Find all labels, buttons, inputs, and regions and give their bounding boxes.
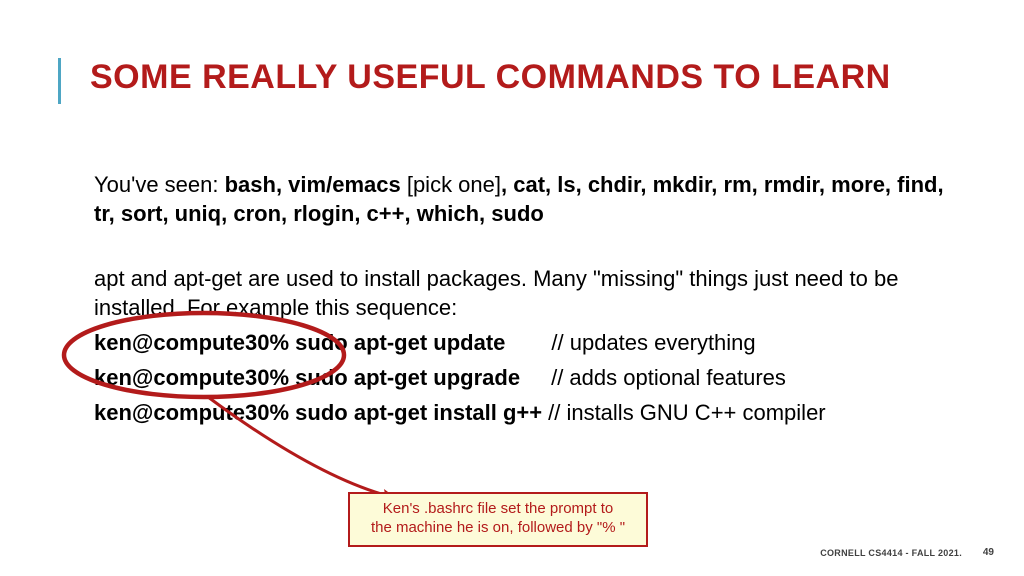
footer-page: 49 <box>983 547 994 558</box>
title-accent-bar <box>58 58 61 104</box>
command-text: ken@compute30% sudo apt-get update <box>94 328 505 357</box>
command-text: ken@compute30% sudo apt-get install g++ <box>94 398 542 427</box>
command-note: // installs GNU C++ compiler <box>548 398 826 427</box>
callout-box: Ken's .bashrc file set the prompt to the… <box>348 492 648 547</box>
footer-course: CORNELL CS4414 - FALL 2021. <box>820 548 962 558</box>
command-row: ken@compute30% sudo apt-get update // upd… <box>94 328 964 357</box>
command-block: ken@compute30% sudo apt-get update // upd… <box>94 328 964 427</box>
para1-plain1: [pick one] <box>407 172 501 197</box>
slide-title: SOME REALLY USEFUL COMMANDS TO LEARN <box>90 58 891 97</box>
paragraph-apt: apt and apt-get are used to install pack… <box>94 264 964 322</box>
command-text: ken@compute30% sudo apt-get upgrade <box>94 363 520 392</box>
command-row: ken@compute30% sudo apt-get upgrade // ad… <box>94 363 964 392</box>
body-content: You've seen: bash, vim/emacs [pick one],… <box>94 170 964 427</box>
para1-bold1: bash, vim/emacs <box>225 172 407 197</box>
para1-lead: You've seen: <box>94 172 225 197</box>
callout-line2: the machine he is on, followed by "% " <box>360 519 636 538</box>
command-note: // adds optional features <box>551 363 786 392</box>
paragraph-seen-commands: You've seen: bash, vim/emacs [pick one],… <box>94 170 964 228</box>
command-note: // updates everything <box>551 328 755 357</box>
callout-line1: Ken's .bashrc file set the prompt to <box>360 500 636 519</box>
command-row: ken@compute30% sudo apt-get install g++/… <box>94 398 964 427</box>
callout-arrowhead <box>384 489 396 504</box>
